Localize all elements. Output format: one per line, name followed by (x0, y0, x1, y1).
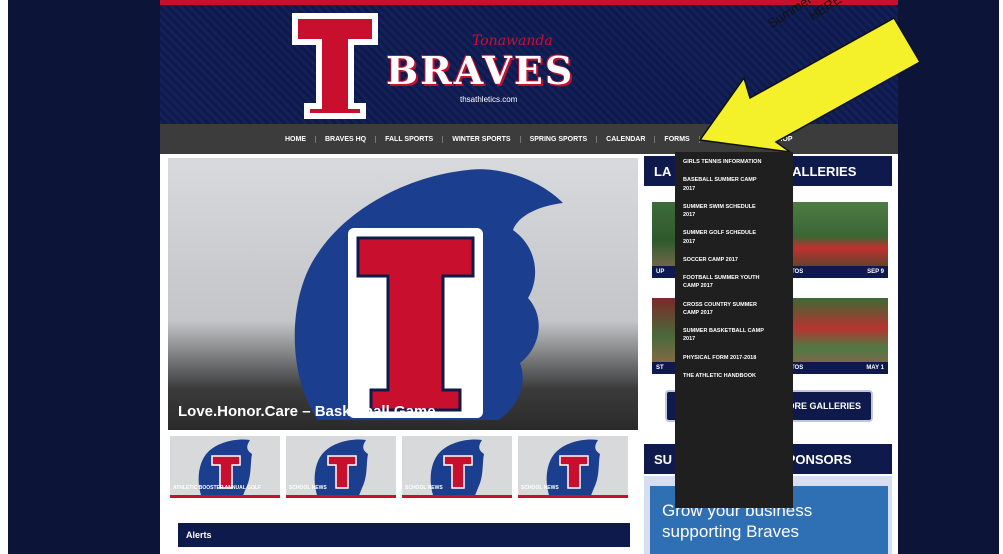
nav-calendar[interactable]: CALENDAR (597, 135, 656, 143)
gallery-label-left: ST (656, 365, 664, 371)
galleries-title-left: LA (654, 164, 672, 179)
hero-slide[interactable]: Love.Honor.Care – Basketball Game (168, 158, 638, 430)
thumbnail-caption: ATHLETIC BOOSTER ANNUAL GOLF (173, 485, 261, 491)
nav-home[interactable]: HOME (276, 135, 316, 143)
thumbnail-caption: SCHOOL NEWS (289, 485, 327, 491)
thumbnail[interactable]: SCHOOL NEWS (286, 436, 396, 498)
dropdown-item[interactable]: PHYSICAL FORM 2017-2018 (683, 354, 765, 362)
nav-braves-hq[interactable]: BRAVES HQ (316, 135, 377, 143)
dropdown-item[interactable]: SOCCER CAMP 2017 (683, 256, 765, 264)
forms-dropdown-menu: GIRLS TENNIS INFORMATION BASEBALL SUMMER… (675, 152, 793, 508)
dropdown-item[interactable]: BASEBALL SUMMER CAMP 2017 (683, 176, 765, 193)
nav-forms[interactable]: FORMS (655, 135, 700, 143)
thumbnail-caption: SCHOOL NEWS (405, 485, 443, 491)
thumbnail[interactable]: SCHOOL NEWS (518, 436, 628, 498)
site-url: thsathletics.com (460, 95, 518, 104)
thumbnail[interactable]: ATHLETIC BOOSTER ANNUAL GOLF (170, 436, 280, 498)
gallery-date: SEP 9 (867, 269, 884, 275)
gallery-date: MAY 1 (866, 365, 884, 371)
hero-caption[interactable]: Love.Honor.Care – Basketball Game (178, 403, 436, 420)
dropdown-item[interactable]: SUMMER SWIM SCHEDULE 2017 (683, 203, 765, 220)
page-background: Tonawanda BRAVES thsathletics.com HOME B… (8, 0, 999, 554)
thumbnail-caption: SCHOOL NEWS (521, 485, 559, 491)
nav-winter-sports[interactable]: WINTER SPORTS (443, 135, 521, 143)
gallery-label-left: UP (656, 269, 665, 275)
dropdown-item[interactable]: SUMMER GOLF SCHEDULE 2017 (683, 229, 765, 246)
sponsors-title-left: SU (654, 452, 673, 467)
galleries-title-right: GALLERIES (782, 164, 857, 179)
school-script-name: Tonawanda (472, 33, 553, 49)
t-logo-icon[interactable] (290, 11, 380, 121)
nav-spring-sports[interactable]: SPRING SPORTS (521, 135, 598, 143)
braves-wordmark[interactable]: BRAVES (386, 48, 574, 93)
dropdown-item[interactable]: FOOTBALL SUMMER YOUTH CAMP 2017 (683, 274, 765, 291)
dropdown-item[interactable]: CROSS COUNTRY SUMMER CAMP 2017 (683, 301, 765, 318)
braves-head-logo-icon (294, 169, 563, 420)
nav-fall-sports[interactable]: FALL SPORTS (376, 135, 444, 143)
yellow-arrow-icon (698, 16, 922, 152)
alerts-header: Alerts (178, 523, 630, 547)
dropdown-item[interactable]: THE ATHLETIC HANDBOOK (683, 372, 765, 380)
dropdown-item[interactable]: GIRLS TENNIS INFORMATION (683, 158, 765, 166)
thumbnail[interactable]: SCHOOL NEWS (402, 436, 512, 498)
dropdown-item[interactable]: SUMMER BASKETBALL CAMP 2017 (683, 327, 765, 344)
